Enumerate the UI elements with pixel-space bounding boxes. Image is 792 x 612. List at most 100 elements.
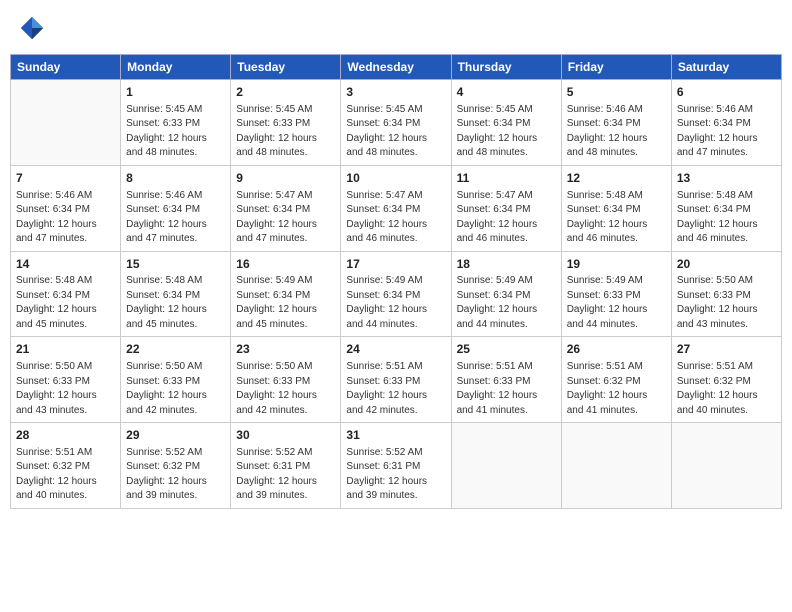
day-number: 8 [126,170,225,187]
weekday-header-tuesday: Tuesday [231,55,341,80]
day-info: Sunrise: 5:48 AM Sunset: 6:34 PM Dayligh… [567,189,666,247]
day-info: Sunrise: 5:48 AM Sunset: 6:34 PM Dayligh… [677,189,776,247]
weekday-header-saturday: Saturday [671,55,781,80]
day-info: Sunrise: 5:51 AM Sunset: 6:33 PM Dayligh… [346,360,445,418]
day-number: 19 [567,256,666,273]
day-number: 31 [346,427,445,444]
calendar-cell: 12Sunrise: 5:48 AM Sunset: 6:34 PM Dayli… [561,165,671,251]
calendar-cell: 25Sunrise: 5:51 AM Sunset: 6:33 PM Dayli… [451,337,561,423]
weekday-header-sunday: Sunday [11,55,121,80]
calendar-cell: 15Sunrise: 5:48 AM Sunset: 6:34 PM Dayli… [121,251,231,337]
calendar-cell: 29Sunrise: 5:52 AM Sunset: 6:32 PM Dayli… [121,423,231,509]
calendar-cell: 30 Sunrise: 5:52 AM Sunset: 6:31 PM Dayli… [231,423,341,509]
calendar-cell: 8 Sunrise: 5:46 AM Sunset: 6:34 PM Daylig… [121,165,231,251]
calendar-cell: 21 Sunrise: 5:50 AM Sunset: 6:33 PM Dayli… [11,337,121,423]
day-info: Sunrise: 5:50 AM Sunset: 6:33 PM Dayligh… [126,360,225,418]
day-info: Sunrise: 5:50 AM Sunset: 6:33 PM Dayligh… [236,360,335,418]
calendar-cell: 11 Sunrise: 5:47 AM Sunset: 6:34 PM Dayli… [451,165,561,251]
day-info: Sunrise: 5:52 AM Sunset: 6:31 PM Dayligh… [236,446,335,504]
day-number: 13 [677,170,776,187]
day-info: Sunrise: 5:45 AM Sunset: 6:34 PM Dayligh… [457,103,556,161]
day-number: 25 [457,341,556,358]
calendar-cell: 7 Sunrise: 5:46 AM Sunset: 6:34 PM Daylig… [11,165,121,251]
day-info: Sunrise: 5:51 AM Sunset: 6:32 PM Dayligh… [677,360,776,418]
day-info: Sunrise: 5:50 AM Sunset: 6:33 PM Dayligh… [16,360,115,418]
day-info: Sunrise: 5:52 AM Sunset: 6:32 PM Dayligh… [126,446,225,504]
calendar-cell: 5 Sunrise: 5:46 AM Sunset: 6:34 PM Daylig… [561,80,671,166]
calendar-cell: 16Sunrise: 5:49 AM Sunset: 6:34 PM Dayli… [231,251,341,337]
logo-icon [18,14,46,42]
calendar-cell [671,423,781,509]
day-number: 4 [457,84,556,101]
day-info: Sunrise: 5:49 AM Sunset: 6:34 PM Dayligh… [236,274,335,332]
day-number: 9 [236,170,335,187]
day-number: 30 [236,427,335,444]
calendar-week-row: 21 Sunrise: 5:50 AM Sunset: 6:33 PM Dayli… [11,337,782,423]
day-number: 24 [346,341,445,358]
day-info: Sunrise: 5:46 AM Sunset: 6:34 PM Dayligh… [677,103,776,161]
day-info: Sunrise: 5:49 AM Sunset: 6:34 PM Dayligh… [457,274,556,332]
day-info: Sunrise: 5:49 AM Sunset: 6:34 PM Dayligh… [346,274,445,332]
weekday-header-thursday: Thursday [451,55,561,80]
day-info: Sunrise: 5:49 AM Sunset: 6:33 PM Dayligh… [567,274,666,332]
day-number: 11 [457,170,556,187]
calendar-cell: 23 Sunrise: 5:50 AM Sunset: 6:33 PM Dayli… [231,337,341,423]
day-info: Sunrise: 5:45 AM Sunset: 6:33 PM Dayligh… [126,103,225,161]
calendar-cell: 22 Sunrise: 5:50 AM Sunset: 6:33 PM Dayli… [121,337,231,423]
page-header [10,10,782,46]
day-number: 15 [126,256,225,273]
day-number: 2 [236,84,335,101]
day-info: Sunrise: 5:51 AM Sunset: 6:32 PM Dayligh… [567,360,666,418]
day-info: Sunrise: 5:50 AM Sunset: 6:33 PM Dayligh… [677,274,776,332]
day-info: Sunrise: 5:52 AM Sunset: 6:31 PM Dayligh… [346,446,445,504]
calendar-cell: 24 Sunrise: 5:51 AM Sunset: 6:33 PM Dayli… [341,337,451,423]
calendar-cell: 6 Sunrise: 5:46 AM Sunset: 6:34 PM Daylig… [671,80,781,166]
day-info: Sunrise: 5:51 AM Sunset: 6:32 PM Dayligh… [16,446,115,504]
weekday-header-wednesday: Wednesday [341,55,451,80]
calendar-table: SundayMondayTuesdayWednesdayThursdayFrid… [10,54,782,509]
day-info: Sunrise: 5:45 AM Sunset: 6:34 PM Dayligh… [346,103,445,161]
day-number: 5 [567,84,666,101]
day-info: Sunrise: 5:46 AM Sunset: 6:34 PM Dayligh… [16,189,115,247]
weekday-header-friday: Friday [561,55,671,80]
calendar-cell: 2 Sunrise: 5:45 AM Sunset: 6:33 PM Daylig… [231,80,341,166]
day-info: Sunrise: 5:48 AM Sunset: 6:34 PM Dayligh… [16,274,115,332]
day-number: 6 [677,84,776,101]
calendar-cell: 31 Sunrise: 5:52 AM Sunset: 6:31 PM Dayli… [341,423,451,509]
day-number: 17 [346,256,445,273]
calendar-cell: 13 Sunrise: 5:48 AM Sunset: 6:34 PM Dayli… [671,165,781,251]
day-number: 26 [567,341,666,358]
day-number: 21 [16,341,115,358]
day-number: 20 [677,256,776,273]
day-number: 28 [16,427,115,444]
calendar-cell: 19Sunrise: 5:49 AM Sunset: 6:33 PM Dayli… [561,251,671,337]
calendar-week-row: 28 Sunrise: 5:51 AM Sunset: 6:32 PM Dayli… [11,423,782,509]
logo [18,14,48,42]
day-info: Sunrise: 5:48 AM Sunset: 6:34 PM Dayligh… [126,274,225,332]
day-info: Sunrise: 5:47 AM Sunset: 6:34 PM Dayligh… [457,189,556,247]
calendar-cell [11,80,121,166]
day-number: 22 [126,341,225,358]
day-info: Sunrise: 5:46 AM Sunset: 6:34 PM Dayligh… [567,103,666,161]
day-number: 23 [236,341,335,358]
day-number: 27 [677,341,776,358]
calendar-cell: 3 Sunrise: 5:45 AM Sunset: 6:34 PM Daylig… [341,80,451,166]
day-number: 3 [346,84,445,101]
day-info: Sunrise: 5:47 AM Sunset: 6:34 PM Dayligh… [346,189,445,247]
day-number: 1 [126,84,225,101]
calendar-cell: 27 Sunrise: 5:51 AM Sunset: 6:32 PM Dayli… [671,337,781,423]
calendar-cell: 9 Sunrise: 5:47 AM Sunset: 6:34 PM Daylig… [231,165,341,251]
weekday-header-monday: Monday [121,55,231,80]
weekday-header-row: SundayMondayTuesdayWednesdayThursdayFrid… [11,55,782,80]
calendar-cell: 10Sunrise: 5:47 AM Sunset: 6:34 PM Dayli… [341,165,451,251]
calendar-cell: 1 Sunrise: 5:45 AM Sunset: 6:33 PM Daylig… [121,80,231,166]
calendar-cell [451,423,561,509]
calendar-cell: 17Sunrise: 5:49 AM Sunset: 6:34 PM Dayli… [341,251,451,337]
day-info: Sunrise: 5:47 AM Sunset: 6:34 PM Dayligh… [236,189,335,247]
day-info: Sunrise: 5:45 AM Sunset: 6:33 PM Dayligh… [236,103,335,161]
calendar-cell: 4 Sunrise: 5:45 AM Sunset: 6:34 PM Daylig… [451,80,561,166]
day-number: 7 [16,170,115,187]
calendar-week-row: 14Sunrise: 5:48 AM Sunset: 6:34 PM Dayli… [11,251,782,337]
day-number: 16 [236,256,335,273]
day-info: Sunrise: 5:46 AM Sunset: 6:34 PM Dayligh… [126,189,225,247]
